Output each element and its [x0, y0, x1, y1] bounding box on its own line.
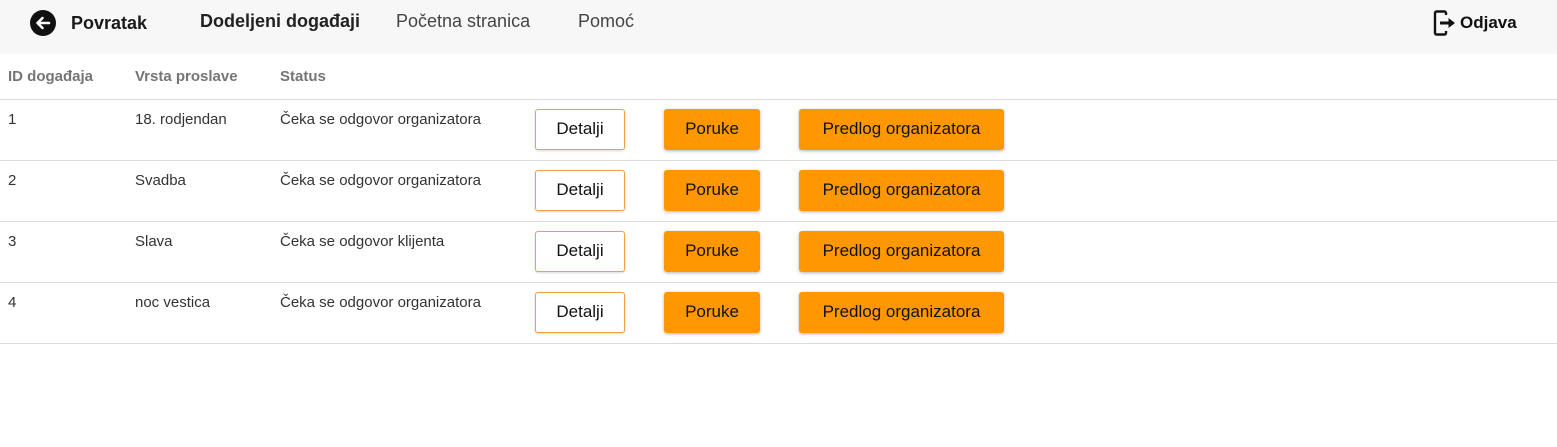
- top-navbar: Povratak Dodeljeni događaji Početna stra…: [0, 0, 1557, 54]
- cell-actions: Detalji Poruke Predlog organizatora: [527, 160, 1557, 222]
- details-button[interactable]: Detalji: [535, 291, 625, 333]
- arrow-left-circle-icon: [30, 10, 56, 36]
- details-button[interactable]: Detalji: [535, 230, 625, 272]
- cell-status: Čeka se odgovor organizatora: [272, 282, 527, 344]
- cell-status: Čeka se odgovor klijenta: [272, 221, 527, 283]
- messages-button[interactable]: Poruke: [664, 169, 760, 211]
- cell-event-id: 1: [0, 99, 127, 161]
- cell-celebration-type: Svadba: [127, 160, 272, 222]
- nav-assigned-events[interactable]: Dodeljeni događaji: [200, 11, 360, 32]
- cell-actions: Detalji Poruke Predlog organizatora: [527, 99, 1557, 161]
- table-header-row: ID događaja Vrsta proslave Status: [0, 54, 1557, 100]
- logout-label: Odjava: [1460, 13, 1517, 32]
- back-label: Povratak: [71, 12, 148, 33]
- logout-button[interactable]: Odjava: [1433, 8, 1517, 38]
- details-button[interactable]: Detalji: [535, 108, 625, 150]
- header-actions: [527, 54, 1557, 100]
- logout-icon: [1433, 9, 1457, 37]
- nav-home-page[interactable]: Početna stranica: [396, 11, 530, 32]
- cell-status: Čeka se odgovor organizatora: [272, 160, 527, 222]
- cell-actions: Detalji Poruke Predlog organizatora: [527, 282, 1557, 344]
- table-row: 1 18. rodjendan Čeka se odgovor organiza…: [0, 99, 1557, 161]
- messages-button[interactable]: Poruke: [664, 291, 760, 333]
- cell-status: Čeka se odgovor organizatora: [272, 99, 527, 161]
- messages-button[interactable]: Poruke: [664, 108, 760, 150]
- row-actions: Detalji Poruke Predlog organizatora: [535, 169, 1557, 211]
- cell-event-id: 4: [0, 282, 127, 344]
- row-actions: Detalji Poruke Predlog organizatora: [535, 108, 1557, 150]
- messages-button[interactable]: Poruke: [664, 230, 760, 272]
- header-status: Status: [272, 54, 527, 100]
- header-event-id: ID događaja: [0, 54, 127, 100]
- cell-event-id: 2: [0, 160, 127, 222]
- header-celebration-type: Vrsta proslave: [127, 54, 272, 100]
- organizer-proposal-button[interactable]: Predlog organizatora: [799, 230, 1004, 272]
- row-actions: Detalji Poruke Predlog organizatora: [535, 230, 1557, 272]
- cell-celebration-type: noc vestica: [127, 282, 272, 344]
- cell-actions: Detalji Poruke Predlog organizatora: [527, 221, 1557, 283]
- table-row: 3 Slava Čeka se odgovor klijenta Detalji…: [0, 221, 1557, 283]
- details-button[interactable]: Detalji: [535, 169, 625, 211]
- nav-help[interactable]: Pomoć: [578, 11, 634, 32]
- table-row: 4 noc vestica Čeka se odgovor organizato…: [0, 282, 1557, 344]
- cell-celebration-type: 18. rodjendan: [127, 99, 272, 161]
- row-actions: Detalji Poruke Predlog organizatora: [535, 291, 1557, 333]
- table-row: 2 Svadba Čeka se odgovor organizatora De…: [0, 160, 1557, 222]
- events-table: ID događaja Vrsta proslave Status 1 18. …: [0, 54, 1557, 344]
- organizer-proposal-button[interactable]: Predlog organizatora: [799, 108, 1004, 150]
- back-link[interactable]: Povratak: [30, 10, 147, 36]
- organizer-proposal-button[interactable]: Predlog organizatora: [799, 169, 1004, 211]
- organizer-proposal-button[interactable]: Predlog organizatora: [799, 291, 1004, 333]
- cell-celebration-type: Slava: [127, 221, 272, 283]
- cell-event-id: 3: [0, 221, 127, 283]
